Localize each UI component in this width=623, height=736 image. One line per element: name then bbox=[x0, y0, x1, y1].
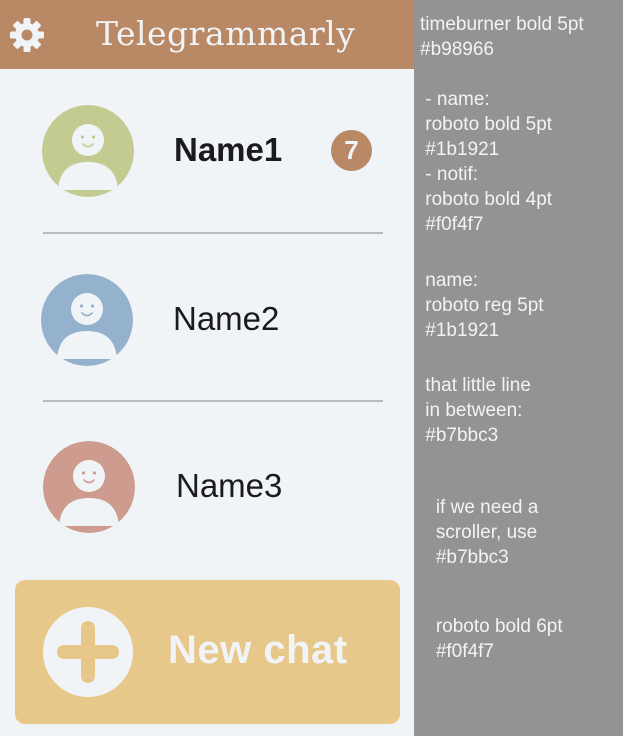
note-title-font: timeburner bold 5pt #b98966 bbox=[420, 14, 584, 60]
chat-list-item[interactable]: Name2 bbox=[0, 234, 414, 402]
avatar bbox=[43, 441, 135, 533]
gear-icon[interactable] bbox=[9, 17, 45, 53]
chat-app: Telegrammarly Name1 7 Name2 Name3 New ch… bbox=[0, 0, 414, 736]
app-title: Telegrammarly bbox=[96, 14, 356, 53]
contact-name: Name3 bbox=[176, 467, 283, 504]
note-name-notif-font: - name: roboto bold 5pt #1b1921 - notif:… bbox=[425, 89, 553, 235]
avatar bbox=[41, 274, 133, 366]
contact-name: Name2 bbox=[173, 300, 280, 337]
app-header: Telegrammarly bbox=[0, 0, 414, 69]
note-divider-color: that little line in between: #b7bbc3 bbox=[425, 375, 531, 446]
design-notes-panel: timeburner bold 5pt #b98966 - name: robo… bbox=[414, 0, 623, 736]
user-avatar-icon bbox=[43, 441, 135, 533]
unread-badge: 7 bbox=[331, 130, 372, 171]
note-button-font: roboto bold 6pt #f0f4f7 bbox=[435, 616, 563, 662]
chat-list-item[interactable]: Name3 bbox=[0, 402, 414, 570]
note-name-regular-font: name: roboto reg 5pt #1b1921 bbox=[425, 270, 544, 341]
plus-icon bbox=[43, 607, 133, 697]
new-chat-label: New chat bbox=[168, 628, 348, 672]
note-scroller-color: if we need a scroller, use #b7bbc3 bbox=[435, 497, 539, 568]
user-avatar-icon bbox=[42, 105, 134, 197]
user-avatar-icon bbox=[41, 274, 133, 366]
contact-name: Name1 bbox=[174, 131, 283, 168]
new-chat-button[interactable]: New chat bbox=[15, 580, 400, 724]
avatar bbox=[42, 105, 134, 197]
